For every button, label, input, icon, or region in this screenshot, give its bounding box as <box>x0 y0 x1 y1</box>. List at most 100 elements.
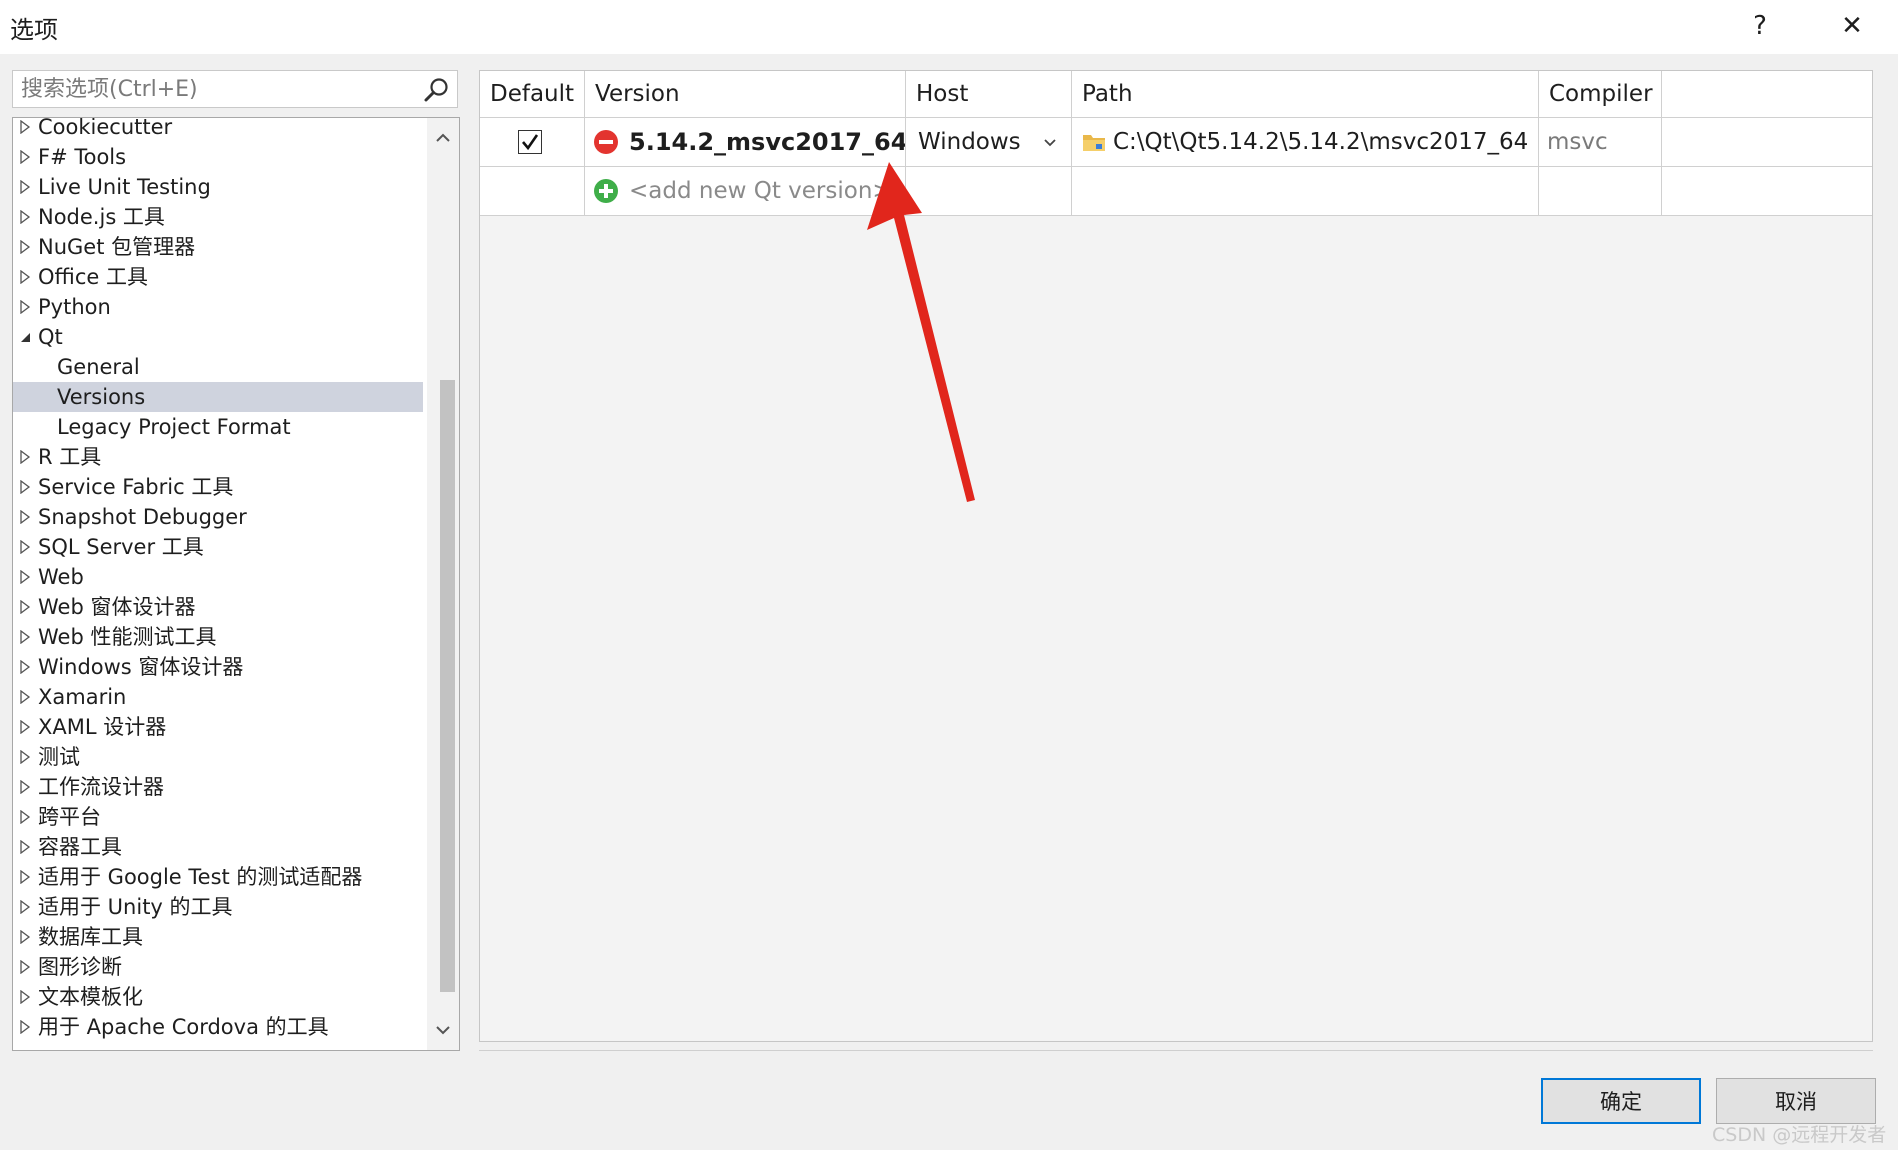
column-header-host[interactable]: Host <box>906 71 1072 117</box>
tree-item-snapshot-debugger[interactable]: Snapshot Debugger <box>13 502 423 532</box>
footer-separator <box>479 1050 1873 1051</box>
tree-item-web[interactable]: Web 窗体设计器 <box>13 592 423 622</box>
tree-item-item-21[interactable]: 测试 <box>13 742 423 772</box>
collapsed-arrow-icon[interactable] <box>19 900 31 914</box>
expanded-arrow-icon[interactable] <box>19 330 31 344</box>
tree-item-cookiecutter[interactable]: Cookiecutter <box>13 117 423 142</box>
tree-item-r[interactable]: R 工具 <box>13 442 423 472</box>
tree-item-general[interactable]: General <box>13 352 423 382</box>
tree-item-item-24[interactable]: 容器工具 <box>13 832 423 862</box>
add-icon[interactable] <box>593 178 619 204</box>
version-cell: 5.14.2_msvc2017_64 <box>585 118 906 166</box>
tree-item-unity[interactable]: 适用于 Unity 的工具 <box>13 892 423 922</box>
collapsed-arrow-icon[interactable] <box>19 300 31 314</box>
tree-item-legacy-project-format[interactable]: Legacy Project Format <box>13 412 423 442</box>
tree-item-item-29[interactable]: 文本模板化 <box>13 982 423 1012</box>
tree-item-service-fabric[interactable]: Service Fabric 工具 <box>13 472 423 502</box>
tree-item-versions[interactable]: Versions <box>13 382 423 412</box>
search-icon[interactable] <box>423 76 451 104</box>
collapsed-arrow-icon[interactable] <box>19 240 31 254</box>
help-button[interactable]: ? <box>1738 6 1782 46</box>
cancel-button[interactable]: 取消 <box>1716 1078 1876 1124</box>
collapsed-arrow-icon[interactable] <box>19 810 31 824</box>
folder-icon[interactable] <box>1082 131 1106 153</box>
tree-item-label: Office 工具 <box>38 265 148 289</box>
tree-item-node-js[interactable]: Node.js 工具 <box>13 202 423 232</box>
tree-item-label: XAML 设计器 <box>38 715 167 739</box>
tree-item-item-27[interactable]: 数据库工具 <box>13 922 423 952</box>
host-select[interactable]: Windows <box>906 118 1072 166</box>
collapsed-arrow-icon[interactable] <box>19 660 31 674</box>
window-title: 选项 <box>10 16 58 44</box>
column-header-path[interactable]: Path <box>1072 71 1539 117</box>
remove-version-icon[interactable] <box>593 129 619 155</box>
tree-item-sql-server[interactable]: SQL Server 工具 <box>13 532 423 562</box>
collapsed-arrow-icon[interactable] <box>19 690 31 704</box>
collapsed-arrow-icon[interactable] <box>19 180 31 194</box>
tree-item-label: General <box>57 355 140 379</box>
collapsed-arrow-icon[interactable] <box>19 720 31 734</box>
path-cell[interactable]: C:\Qt\Qt5.14.2\5.14.2\msvc2017_64 <box>1072 118 1539 166</box>
collapsed-arrow-icon[interactable] <box>19 600 31 614</box>
chevron-up-icon[interactable] <box>433 128 453 148</box>
tree-item-apache-cordova[interactable]: 用于 Apache Cordova 的工具 <box>13 1012 423 1042</box>
tree-item-item-28[interactable]: 图形诊断 <box>13 952 423 982</box>
tree-item-f-tools[interactable]: F# Tools <box>13 142 423 172</box>
tree-item-item-22[interactable]: 工作流设计器 <box>13 772 423 802</box>
tree-item-google-test[interactable]: 适用于 Google Test 的测试适配器 <box>13 862 423 892</box>
collapsed-arrow-icon[interactable] <box>19 750 31 764</box>
column-header-default[interactable]: Default <box>480 71 585 117</box>
tree-item-office[interactable]: Office 工具 <box>13 262 423 292</box>
add-version-row[interactable]: <add new Qt version> <box>480 167 1872 216</box>
title-bar: 选项 ? ✕ <box>0 0 1898 54</box>
collapsed-arrow-icon[interactable] <box>19 960 31 974</box>
tree-item-web[interactable]: Web 性能测试工具 <box>13 622 423 652</box>
table-row[interactable]: 5.14.2_msvc2017_64 Windows C:\Qt\Qt5.14.… <box>480 118 1872 167</box>
collapsed-arrow-icon[interactable] <box>19 570 31 584</box>
add-version-cell[interactable]: <add new Qt version> <box>585 167 906 215</box>
tree-item-label: Cookiecutter <box>38 117 173 139</box>
tree-item-live-unit-testing[interactable]: Live Unit Testing <box>13 172 423 202</box>
tree-item-windows[interactable]: Windows 窗体设计器 <box>13 652 423 682</box>
scrollbar-thumb[interactable] <box>440 380 455 992</box>
tree-item-item-23[interactable]: 跨平台 <box>13 802 423 832</box>
collapsed-arrow-icon[interactable] <box>19 120 31 134</box>
close-button[interactable]: ✕ <box>1830 6 1874 46</box>
tree-item-label: Web 性能测试工具 <box>38 625 217 649</box>
collapsed-arrow-icon[interactable] <box>19 780 31 794</box>
collapsed-arrow-icon[interactable] <box>19 210 31 224</box>
tree-item-label: Service Fabric 工具 <box>38 475 234 499</box>
tree-item-xaml[interactable]: XAML 设计器 <box>13 712 423 742</box>
collapsed-arrow-icon[interactable] <box>19 870 31 884</box>
ok-button[interactable]: 确定 <box>1541 1078 1701 1124</box>
collapsed-arrow-icon[interactable] <box>19 540 31 554</box>
collapsed-arrow-icon[interactable] <box>19 150 31 164</box>
tree-item-python[interactable]: Python <box>13 292 423 322</box>
collapsed-arrow-icon[interactable] <box>19 270 31 284</box>
column-header-compiler[interactable]: Compiler <box>1539 71 1662 117</box>
search-input[interactable] <box>13 71 419 107</box>
collapsed-arrow-icon[interactable] <box>19 930 31 944</box>
tree-item-label: 跨平台 <box>38 805 101 829</box>
collapsed-arrow-icon[interactable] <box>19 630 31 644</box>
collapsed-arrow-icon[interactable] <box>19 480 31 494</box>
collapsed-arrow-icon[interactable] <box>19 1020 31 1034</box>
column-header-version[interactable]: Version <box>585 71 906 117</box>
collapsed-arrow-icon[interactable] <box>19 510 31 524</box>
tree-item-label: Web <box>38 565 84 589</box>
default-checkbox[interactable] <box>518 130 542 154</box>
tree-item-nuget[interactable]: NuGet 包管理器 <box>13 232 423 262</box>
collapsed-arrow-icon[interactable] <box>19 450 31 464</box>
tree-item-web[interactable]: Web <box>13 562 423 592</box>
tree-item-qt[interactable]: Qt <box>13 322 423 352</box>
tree-item-xamarin[interactable]: Xamarin <box>13 682 423 712</box>
compiler-value: msvc <box>1547 129 1608 155</box>
tree-item-label: 图形诊断 <box>38 955 122 979</box>
tree-item-label: 测试 <box>38 745 80 769</box>
chevron-down-icon[interactable] <box>433 1020 453 1040</box>
collapsed-arrow-icon[interactable] <box>19 990 31 1004</box>
version-name: 5.14.2_msvc2017_64 <box>629 128 906 156</box>
tree-scrollbar[interactable] <box>427 118 459 1050</box>
collapsed-arrow-icon[interactable] <box>19 840 31 854</box>
tree-item-label: F# Tools <box>38 145 127 169</box>
